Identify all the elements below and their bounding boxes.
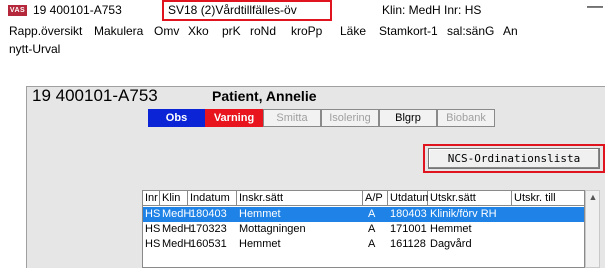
cell-utdatum: 180403 — [390, 208, 427, 220]
table-row[interactable]: HS MedH 180403 Hemmet A 180403 Klinik/fö… — [143, 207, 584, 222]
cell-inr: HS — [145, 223, 161, 235]
column-header-utdatum[interactable]: Utdatum — [388, 191, 432, 206]
menu-item-stamkort[interactable]: Stamkort-1 — [379, 24, 438, 38]
cell-ap: A — [368, 223, 376, 235]
flag-obs-button[interactable]: Obs — [148, 109, 205, 127]
menu-item-makulera[interactable]: Makulera — [94, 24, 143, 38]
cell-inskr-satt: Mottagningen — [239, 223, 306, 235]
menu-bar: Rapp.översikt Makulera Omv Xko prK roNd … — [0, 22, 615, 62]
scroll-up-arrow-icon[interactable]: ▲ — [587, 192, 599, 202]
cell-inskr-satt: Hemmet — [239, 238, 281, 250]
flag-blgrp-button[interactable]: Blgrp — [379, 109, 437, 127]
cell-utskr-satt: Dagvård — [430, 238, 472, 250]
cell-inr: HS — [145, 208, 161, 220]
cell-utskr-satt: Klinik/förv RH — [430, 208, 497, 220]
cell-indatum: 170323 — [190, 223, 227, 235]
admissions-table: Inr Klin Indatum Inskr.sätt A/P Utdatum … — [142, 190, 585, 268]
menu-item-omv[interactable]: Omv — [154, 24, 179, 38]
menu-item-sal-sang[interactable]: sal:sänG — [447, 24, 494, 38]
flag-isolering-button[interactable]: Isolering — [321, 109, 379, 127]
cell-utdatum: 171001 — [390, 223, 427, 235]
cell-klin: MedH — [162, 208, 192, 220]
app-logo: VAS — [8, 5, 27, 16]
column-header-inskr-satt[interactable]: Inskr.sätt — [237, 191, 363, 206]
title-clinic: Klin: MedH Inr: HS — [382, 3, 482, 17]
flag-smitta-button[interactable]: Smitta — [263, 109, 321, 127]
title-patient-id: 19 400101-A753 — [33, 3, 122, 17]
cell-ap: A — [368, 208, 376, 220]
cell-ap: A — [368, 238, 376, 250]
title-bar: VAS 19 400101-A753 SV18 (2)Vårdtillfälle… — [0, 0, 615, 22]
flag-varning-button[interactable]: Varning — [205, 109, 263, 127]
cell-utdatum: 161128 — [390, 238, 426, 250]
main-area: 19 400101-A753 Patient, Annelie Obs Varn… — [0, 62, 615, 268]
cell-inr: HS — [145, 238, 161, 250]
cell-indatum: 160531 — [190, 238, 227, 250]
column-header-indatum[interactable]: Indatum — [188, 191, 237, 206]
menu-item-kropp[interactable]: kroPp — [291, 24, 322, 38]
minimize-button[interactable]: — — [587, 0, 603, 16]
cell-inskr-satt: Hemmet — [239, 208, 281, 220]
menu-item-lake[interactable]: Läke — [340, 24, 366, 38]
column-header-klin[interactable]: Klin — [160, 191, 188, 206]
cell-indatum: 180403 — [190, 208, 227, 220]
column-header-utskr-till[interactable]: Utskr. till — [512, 191, 584, 206]
menu-item-nytt-urval[interactable]: nytt-Urval — [9, 42, 60, 56]
cell-klin: MedH — [162, 223, 192, 235]
menu-item-an[interactable]: An — [503, 24, 518, 38]
menu-item-rond[interactable]: roNd — [250, 24, 276, 38]
column-header-inr[interactable]: Inr — [143, 191, 160, 206]
column-header-utskr-satt[interactable]: Utskr.sätt — [428, 191, 512, 206]
menu-item-xko[interactable]: Xko — [188, 24, 209, 38]
table-row[interactable]: HS MedH 170323 Mottagningen A 171001 Hem… — [143, 222, 584, 237]
menu-item-prk[interactable]: prK — [222, 24, 241, 38]
title-unit: SV18 (2)Vårdtillfälles-öv — [168, 3, 297, 17]
table-row[interactable]: HS MedH 160531 Hemmet A 161128 Dagvård — [143, 237, 584, 252]
cell-klin: MedH — [162, 238, 192, 250]
flag-biobank-button[interactable]: Biobank — [437, 109, 495, 127]
patient-id: 19 400101-A753 — [32, 86, 158, 105]
patient-name: Patient, Annelie — [212, 88, 317, 104]
column-header-ap[interactable]: A/P — [363, 191, 388, 206]
table-scrollbar[interactable]: ▲ — [585, 190, 600, 268]
menu-item-rapp-oversikt[interactable]: Rapp.översikt — [9, 24, 82, 38]
ncs-ordinationslista-button[interactable]: NCS-Ordinationslista — [428, 148, 600, 169]
cell-utskr-satt: Hemmet — [430, 223, 472, 235]
